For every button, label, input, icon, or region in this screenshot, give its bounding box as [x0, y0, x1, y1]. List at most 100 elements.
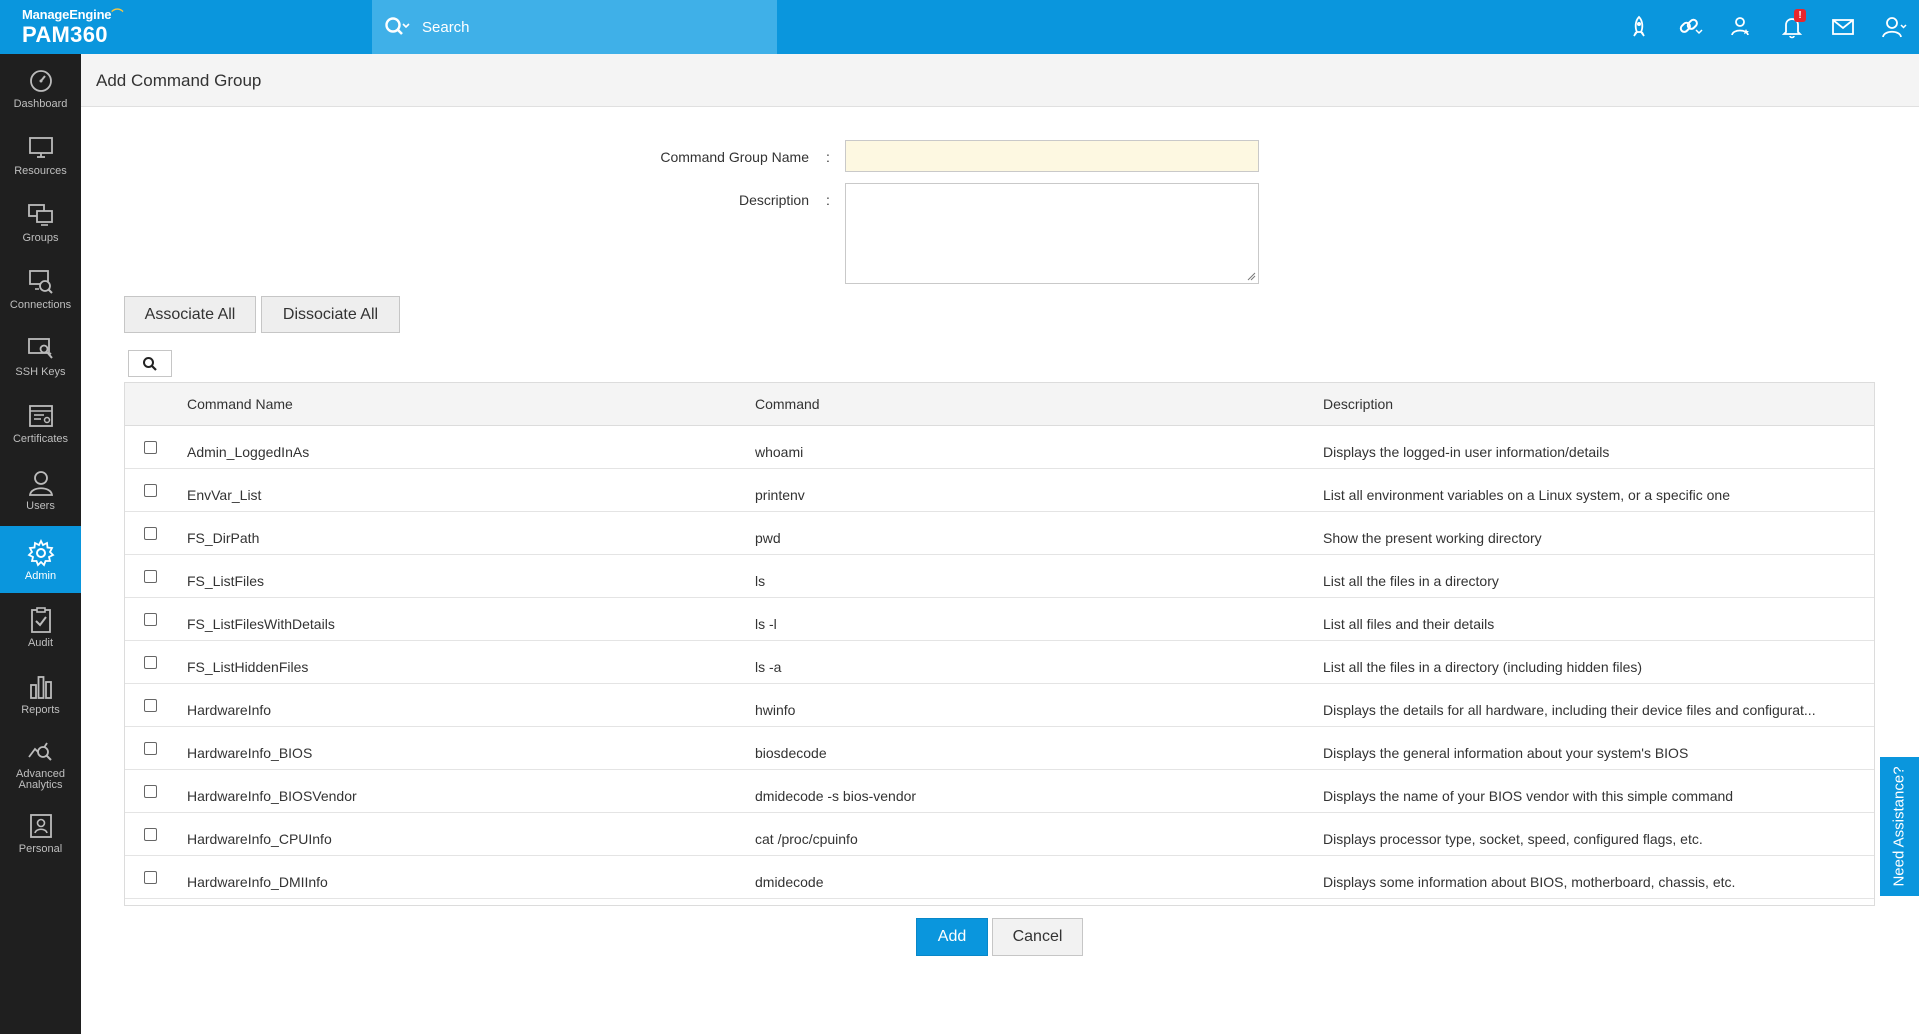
- row-checkbox[interactable]: [144, 742, 157, 755]
- need-assistance-tab[interactable]: Need Assistance?: [1880, 757, 1919, 896]
- row-checkbox[interactable]: [144, 656, 157, 669]
- user-star-icon[interactable]: [1715, 0, 1766, 54]
- table-row[interactable]: HardwareInfo hwinfo Displays the details f…: [125, 684, 1874, 727]
- command-name-cell: EnvVar_List: [187, 487, 262, 503]
- description-textarea[interactable]: [845, 183, 1259, 284]
- search-icon: [143, 356, 157, 371]
- need-assistance-label: Need Assistance?: [1891, 766, 1909, 887]
- app-logo[interactable]: ManageEngine⌒ PAM360: [22, 6, 123, 47]
- command-cell: ls -a: [755, 659, 782, 675]
- column-header-description[interactable]: Description: [1323, 396, 1393, 412]
- command-name-cell: HardwareInfo_CPUInfo: [187, 831, 332, 847]
- cancel-button[interactable]: Cancel: [992, 918, 1083, 956]
- command-cell: biosdecode: [755, 745, 827, 761]
- page-title: Add Command Group: [96, 71, 262, 90]
- top-bar: ManageEngine⌒ PAM360 Search !: [0, 0, 1919, 54]
- analytics-icon: [26, 736, 56, 766]
- description-cell: List all the files in a directory: [1323, 573, 1499, 589]
- command-name-cell: FS_DirPath: [187, 530, 260, 546]
- search-placeholder: Search: [422, 18, 470, 36]
- table-row[interactable]: FS_ListFiles ls List all the files in a di…: [125, 555, 1874, 598]
- global-search[interactable]: Search: [372, 0, 777, 54]
- command-cell: whoami: [755, 444, 804, 460]
- row-checkbox[interactable]: [144, 527, 157, 540]
- command-group-name-label: Command Group Name: [660, 149, 809, 165]
- description-cell: Displays some information about BIOS, mo…: [1323, 874, 1736, 890]
- sidebar-item-users[interactable]: Users: [0, 456, 81, 523]
- table-row[interactable]: HardwareInfo_BIOSVendor dmidecode -s bios…: [125, 770, 1874, 813]
- command-cell: dmidecode: [755, 874, 824, 890]
- dashboard-icon: [26, 66, 56, 96]
- row-checkbox[interactable]: [144, 699, 157, 712]
- notification-badge: !: [1794, 9, 1806, 22]
- audit-icon: [26, 605, 56, 635]
- sidebar-item-advanced-analytics[interactable]: Advanced Analytics: [0, 727, 81, 799]
- row-checkbox[interactable]: [144, 828, 157, 841]
- top-icons: !: [1613, 0, 1919, 54]
- row-checkbox[interactable]: [144, 570, 157, 583]
- command-name-cell: FS_ListFilesWithDetails: [187, 616, 335, 632]
- user-icon[interactable]: [1868, 0, 1919, 54]
- command-name-cell: HardwareInfo_BIOS: [187, 745, 313, 761]
- connections-icon: [26, 267, 56, 297]
- link-icon[interactable]: [1664, 0, 1715, 54]
- sidebar-item-connections[interactable]: Connections: [0, 255, 81, 322]
- row-checkbox[interactable]: [144, 484, 157, 497]
- command-name-cell: HardwareInfo: [187, 702, 272, 718]
- bell-icon[interactable]: !: [1766, 0, 1817, 54]
- rocket-icon[interactable]: [1613, 0, 1664, 54]
- mail-icon[interactable]: [1817, 0, 1868, 54]
- personal-icon: [26, 811, 56, 841]
- row-checkbox[interactable]: [144, 785, 157, 798]
- table-row[interactable]: FS_ListHiddenFiles ls -a List all the file…: [125, 641, 1874, 684]
- sidebar-item-groups[interactable]: Groups: [0, 188, 81, 255]
- associate-all-button[interactable]: Associate All: [124, 296, 256, 333]
- description-label: Description: [738, 192, 809, 208]
- command-group-name-input[interactable]: [845, 140, 1259, 172]
- command-name-cell: HardwareInfo_DMIInfo: [187, 874, 328, 890]
- command-cell: pwd: [755, 530, 781, 546]
- sidebar-item-label: Users: [26, 499, 55, 512]
- column-header-command-name[interactable]: Command Name: [187, 396, 293, 412]
- sidebar-item-dashboard[interactable]: Dashboard: [0, 54, 81, 121]
- row-checkbox[interactable]: [144, 613, 157, 626]
- sidebar-item-personal[interactable]: Personal: [0, 799, 81, 866]
- sidebar-item-label: Dashboard: [13, 97, 68, 110]
- table-row[interactable]: EnvVar_List printenv List all environment …: [125, 469, 1874, 512]
- sidebar-item-resources[interactable]: Resources: [0, 121, 81, 188]
- sidebar-item-certificates[interactable]: Certificates: [0, 389, 81, 456]
- description-cell: List all environment variables on a Linu…: [1323, 487, 1730, 503]
- sidebar-item-admin[interactable]: Admin: [0, 526, 81, 593]
- table-search-button[interactable]: [128, 350, 172, 377]
- dissociate-all-button[interactable]: Dissociate All: [261, 296, 400, 333]
- row-checkbox[interactable]: [144, 441, 157, 454]
- table-row[interactable]: FS_DirPath pwd Show the present working di…: [125, 512, 1874, 555]
- command-cell: ls -l: [755, 616, 777, 632]
- product-name: PAM360: [22, 22, 108, 47]
- colon: :: [826, 192, 830, 208]
- resize-handle-icon[interactable]: [1246, 271, 1256, 281]
- sidebar-item-label: SSH Keys: [15, 365, 66, 378]
- sidebar-item-label: Admin: [24, 569, 57, 582]
- sidebar-item-ssh-keys[interactable]: SSH Keys: [0, 322, 81, 389]
- sidebar-item-label: Audit: [27, 636, 54, 649]
- sidebar: Dashboard Resources Groups Connections S…: [0, 54, 81, 1034]
- command-cell: printenv: [755, 487, 805, 503]
- groups-icon: [26, 200, 56, 230]
- sidebar-item-audit[interactable]: Audit: [0, 593, 81, 660]
- row-checkbox[interactable]: [144, 871, 157, 884]
- description-cell: Displays the logged-in user information/…: [1323, 444, 1610, 460]
- gear-icon: [26, 538, 56, 568]
- commands-table: Command Name Command Description Admin_L…: [124, 382, 1875, 906]
- column-header-command[interactable]: Command: [755, 396, 820, 412]
- command-cell: dmidecode -s bios-vendor: [755, 788, 917, 804]
- table-row[interactable]: FS_ListFilesWithDetails ls -l List all fil…: [125, 598, 1874, 641]
- add-button[interactable]: Add: [916, 918, 988, 956]
- table-row[interactable]: HardwareInfo_BIOS biosdecode Displays the …: [125, 727, 1874, 770]
- table-row[interactable]: Admin_LoggedInAs whoami Displays the logge…: [125, 426, 1874, 469]
- sidebar-item-reports[interactable]: Reports: [0, 660, 81, 727]
- table-row[interactable]: HardwareInfo_DMIInfo dmidecode Displays so…: [125, 856, 1874, 899]
- sidebar-item-label: Reports: [21, 703, 60, 716]
- ssh-keys-icon: [26, 334, 56, 364]
- table-row[interactable]: HardwareInfo_CPUInfo cat /proc/cpuinfo Dis…: [125, 813, 1874, 856]
